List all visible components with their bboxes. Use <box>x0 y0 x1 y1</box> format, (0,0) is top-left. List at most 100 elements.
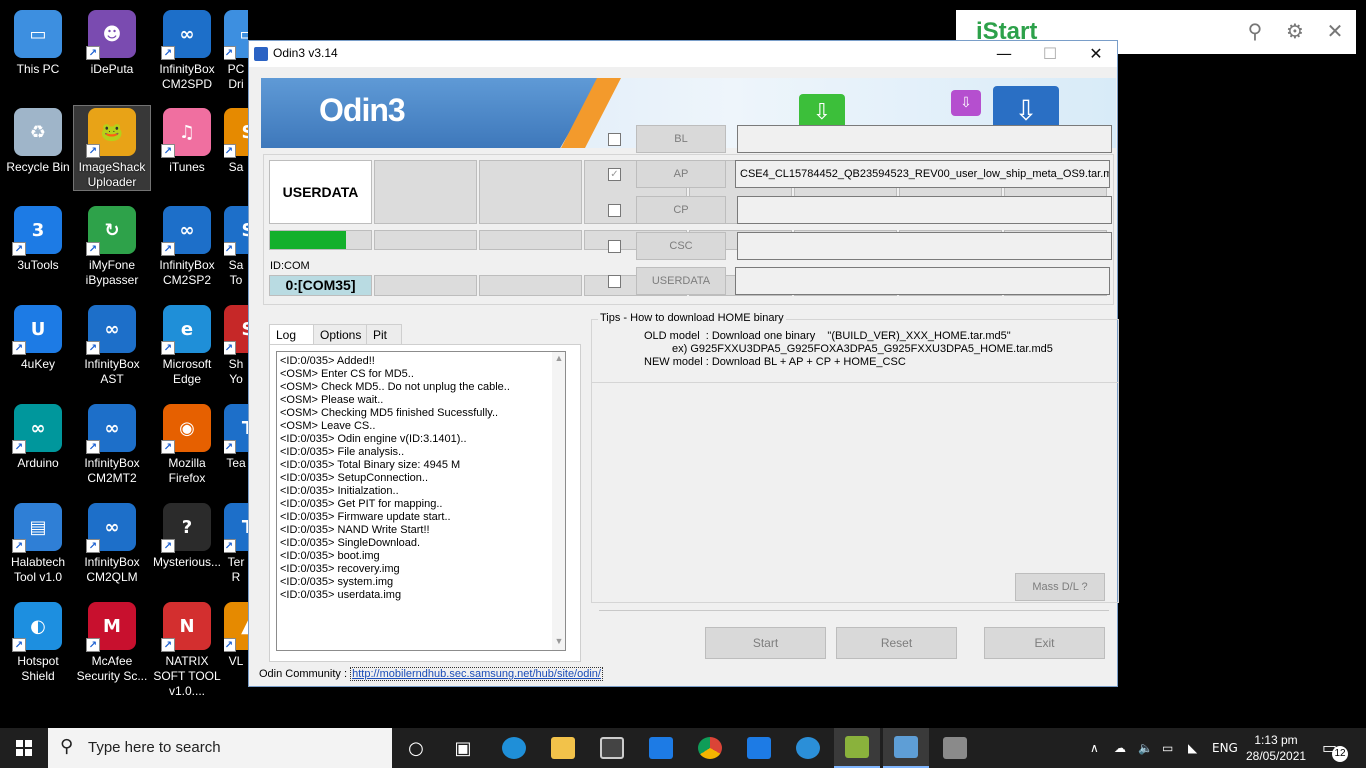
taskbar-search[interactable]: ⚲ Type here to search <box>48 728 392 768</box>
shortcut-arrow-icon: ↗ <box>86 341 100 355</box>
file-path-field[interactable] <box>737 125 1112 153</box>
slot-name: USERDATA <box>269 160 372 224</box>
checkbox[interactable] <box>608 275 621 288</box>
desktop-icon[interactable]: 🐸 ↗ ImageShack Uploader <box>73 105 151 191</box>
shortcut-arrow-icon: ↗ <box>86 539 100 553</box>
community-link[interactable]: http://mobilerndhub.sec.samsung.net/hub/… <box>350 667 603 681</box>
tab-options[interactable]: Options <box>313 324 367 344</box>
desktop-icon[interactable]: ♫ ↗ iTunes <box>149 106 225 175</box>
desktop-icon[interactable]: S↗ Sa To <box>224 204 248 288</box>
taskbar: ⚲ Type here to search ○ ▣ ∧ ☁ 🔈 ▭ ◣ ENG … <box>0 728 1366 768</box>
edge-legacy-icon[interactable] <box>785 728 831 768</box>
search-icon[interactable]: ⚲ <box>1244 20 1266 42</box>
scroll-down-icon[interactable]: ▼ <box>552 635 565 648</box>
odin-taskbar-icon[interactable] <box>883 728 929 768</box>
desktop-icon-label: Ter R <box>227 555 245 584</box>
desktop-icon[interactable]: T↗ Ter R <box>224 501 248 585</box>
scroll-up-icon[interactable]: ▲ <box>552 352 565 365</box>
app-icon: T↗ <box>224 404 248 454</box>
mail-icon[interactable] <box>638 728 684 768</box>
3utools-icon[interactable] <box>736 728 782 768</box>
exit-button[interactable]: Exit <box>984 627 1105 659</box>
desktop-icon[interactable]: ∞ ↗ InfinityBox CM2QLM <box>74 501 150 585</box>
battery-icon[interactable]: ▭ <box>1162 728 1173 768</box>
file-select-button[interactable]: USERDATA <box>636 267 726 295</box>
desktop-icon-label: McAfee Security Sc... <box>76 654 148 683</box>
language-indicator[interactable]: ENG <box>1212 728 1238 768</box>
onedrive-icon[interactable]: ☁ <box>1114 728 1126 768</box>
app-icon: e ↗ <box>161 305 211 355</box>
file-path-field[interactable] <box>737 232 1112 260</box>
desktop-icon[interactable]: U ↗ 4uKey <box>0 303 76 372</box>
mass-dl-button[interactable]: Mass D/L ? <box>1015 573 1105 601</box>
desktop-icon[interactable]: ◐ ↗ Hotspot Shield <box>0 600 76 684</box>
clock[interactable]: 1:13 pm 28/05/2021 <box>1246 732 1306 764</box>
slot-progress-bar <box>269 230 372 250</box>
notification-icon[interactable]: ▭ 12 <box>1322 738 1348 762</box>
app-icon[interactable] <box>932 728 978 768</box>
file-select-button[interactable]: CSC <box>636 232 726 260</box>
checkbox[interactable] <box>608 133 621 146</box>
desktop-icon[interactable]: ◉ ↗ Mozilla Firefox <box>149 402 225 486</box>
desktop-icon[interactable]: e ↗ Microsoft Edge <box>149 303 225 387</box>
edge-icon[interactable] <box>491 728 537 768</box>
log-line: <ID:0/035> Total Binary size: 4945 M <box>280 459 461 471</box>
desktop-icon[interactable]: ↻ ↗ iMyFone iBypasser <box>74 204 150 288</box>
close-icon[interactable]: ✕ <box>1324 20 1346 42</box>
file-select-button[interactable]: BL <box>636 125 726 153</box>
desktop-icon[interactable]: M ↗ McAfee Security Sc... <box>74 600 150 684</box>
clock-time: 1:13 pm <box>1254 733 1298 747</box>
desktop-icon[interactable]: ▭ This PC <box>0 8 76 77</box>
desktop-icon[interactable]: ∞ ↗ InfinityBox CM2SPD <box>149 8 225 92</box>
desktop-icon[interactable]: ▭ ↗ PC Dri <box>224 8 248 92</box>
checkbox[interactable]: ✓ <box>608 168 621 181</box>
desktop-icon[interactable]: N ↗ NATRIX SOFT TOOL v1.0.... <box>149 600 225 699</box>
volume-icon[interactable]: 🔈 <box>1138 728 1153 768</box>
gear-icon[interactable]: ⚙ <box>1284 20 1306 42</box>
log-scrollbar[interactable]: ▲ ▼ <box>552 352 565 650</box>
desktop-icon[interactable]: ▲↗ VL <box>224 600 248 669</box>
close-button[interactable]: ✕ <box>1073 41 1119 67</box>
title-bar[interactable]: Odin3 v3.14 — ☐ ✕ <box>249 41 1117 67</box>
desktop-icon-label: PC Dri <box>227 62 245 91</box>
file-path-field[interactable]: CSE4_CL15784452_QB23594523_REV00_user_lo… <box>735 160 1110 188</box>
file-explorer-icon[interactable] <box>540 728 586 768</box>
shortcut-arrow-icon: ↗ <box>12 638 26 652</box>
checkbox[interactable] <box>608 240 621 253</box>
tray-chevron-icon[interactable]: ∧ <box>1090 728 1099 768</box>
desktop-icon[interactable]: ☻ ↗ iDePuta <box>74 8 150 77</box>
desktop-icon[interactable]: ∞ ↗ InfinityBox CM2SP2 <box>149 204 225 288</box>
desktop-icon[interactable]: 3 ↗ 3uTools <box>0 204 76 273</box>
minimize-button[interactable]: — <box>981 41 1027 67</box>
file-select-button[interactable]: CP <box>636 196 726 224</box>
file-select-button[interactable]: AP <box>636 160 726 188</box>
app-icon[interactable] <box>834 728 880 768</box>
desktop-icon[interactable]: T↗ Tea <box>224 402 248 471</box>
desktop-icon[interactable]: S↗ Sa <box>224 106 248 175</box>
start-button[interactable]: Start <box>705 627 826 659</box>
chrome-icon[interactable] <box>687 728 733 768</box>
cortana-icon[interactable]: ○ <box>393 728 439 768</box>
tab-pit[interactable]: Pit <box>366 324 402 344</box>
desktop-icon[interactable]: ∞ ↗ InfinityBox CM2MT2 <box>74 402 150 486</box>
checkbox[interactable] <box>608 204 621 217</box>
network-icon[interactable]: ◣ <box>1188 728 1197 768</box>
desktop-icon[interactable]: S↗ Sh Yo <box>224 303 248 387</box>
desktop-icon[interactable]: ∞ ↗ InfinityBox AST <box>74 303 150 387</box>
desktop-icon[interactable]: ∞ ↗ Arduino <box>0 402 76 471</box>
store-icon[interactable] <box>589 728 635 768</box>
desktop-icon[interactable]: ? ↗ Mysterious... <box>149 501 225 570</box>
log-panel: <ID:0/035> Added!! <OSM> Enter CS for MD5… <box>269 344 581 662</box>
log-tabs: Log Options Pit <box>269 324 402 345</box>
task-view-icon[interactable]: ▣ <box>440 728 486 768</box>
file-path-field[interactable] <box>735 267 1110 295</box>
file-path-field[interactable] <box>737 196 1112 224</box>
desktop-icon-label: InfinityBox CM2QLM <box>84 555 140 584</box>
reset-button[interactable]: Reset <box>836 627 957 659</box>
desktop-icon[interactable]: ▤ ↗ Halabtech Tool v1.0 <box>0 501 76 585</box>
start-button[interactable] <box>0 728 48 768</box>
log-textarea[interactable]: <ID:0/035> Added!! <OSM> Enter CS for MD5… <box>276 351 566 651</box>
desktop-icon[interactable]: ♻ Recycle Bin <box>0 106 76 175</box>
tab-log[interactable]: Log <box>269 324 314 345</box>
maximize-button[interactable]: ☐ <box>1027 41 1073 67</box>
